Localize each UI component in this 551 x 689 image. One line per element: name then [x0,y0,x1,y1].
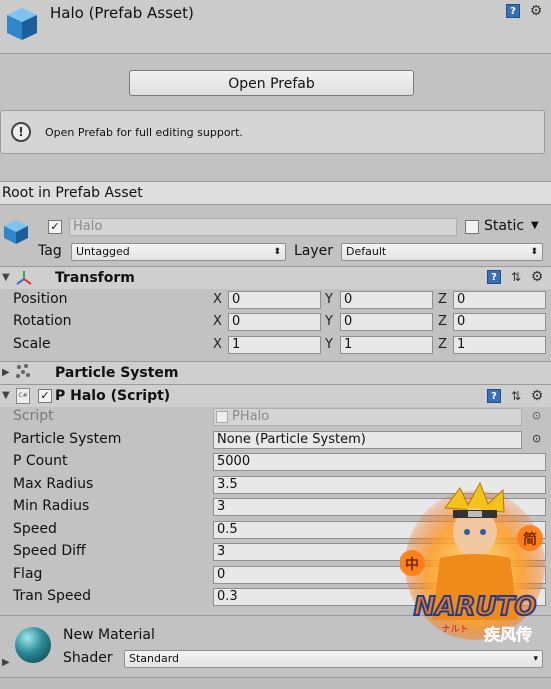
gear-icon[interactable]: ⚙ [529,388,545,404]
tag-label: Tag [38,243,62,259]
p-count-field[interactable]: 5000 [213,453,546,471]
info-text: Open Prefab for full editing support. [45,126,243,139]
script-label: Script [13,408,54,424]
static-dropdown-arrow-icon[interactable]: ▼ [531,220,539,231]
axis-z-label: Z [438,292,447,307]
static-label: Static [484,218,525,234]
tag-dropdown-value: Untagged [76,245,130,258]
help-icon[interactable]: ? [487,389,501,403]
foldout-arrow-icon[interactable]: ▶ [2,367,10,378]
axis-x-label: X [213,292,222,307]
transform-title: Transform [55,270,135,286]
material-sphere-icon [15,627,51,663]
gear-icon[interactable]: ⚙ [529,269,545,285]
p-count-label: P Count [13,453,68,469]
prefab-cube-icon [7,8,37,40]
axis-y-label: Y [325,314,333,329]
particle-system-title: Particle System [55,365,179,381]
axis-y-label: Y [325,292,333,307]
preset-icon[interactable]: ⇅ [508,269,524,285]
watermark-brand: NARUTO [414,592,537,622]
min-radius-label: Min Radius [13,498,90,514]
dropdown-arrow-icon: ⬍ [530,247,538,257]
info-icon: ! [11,122,31,142]
axis-z-label: Z [438,337,447,352]
watermark-cn-title: 疾风传 [484,625,532,644]
flag-label: Flag [13,566,43,582]
tag-dropdown[interactable]: Untagged ⬍ [71,243,286,261]
layer-dropdown-value: Default [346,245,387,258]
layer-dropdown[interactable]: Default ⬍ [341,243,543,261]
open-prefab-button[interactable]: Open Prefab [129,70,414,96]
page-title: Halo (Prefab Asset) [50,4,194,22]
preset-icon[interactable]: ⇅ [508,388,524,404]
root-bar-label: Root in Prefab Asset [2,185,143,201]
transform-icon [16,271,32,285]
particle-system-field[interactable]: None (Particle System) [213,431,522,449]
watermark-subtitle: ナルト [441,624,468,635]
dropdown-arrow-icon: ▾ [533,654,538,664]
scale-label: Scale [13,336,51,352]
gear-icon[interactable]: ⚙ [528,3,544,19]
rotation-x-field[interactable]: 0 [228,313,321,331]
bottom-bar [0,677,551,689]
shader-label: Shader [63,650,113,666]
script-component-title: P Halo (Script) [55,388,171,404]
watermark-left-char: 中 [405,556,419,573]
script-enabled-checkbox[interactable]: ✓ [38,389,52,403]
watermark-right-char: 简 [523,531,537,548]
script-file-icon [216,411,228,423]
dropdown-arrow-icon: ⬍ [273,247,281,257]
tran-speed-label: Tran Speed [13,588,92,604]
position-y-field[interactable]: 0 [340,291,433,309]
info-box: ! Open Prefab for full editing support. [0,110,545,154]
axis-z-label: Z [438,314,447,329]
active-checkbox[interactable]: ✓ [48,220,62,234]
foldout-arrow-icon[interactable]: ▼ [2,390,10,401]
shader-dropdown[interactable]: Standard ▾ [124,650,543,668]
scale-z-field[interactable]: 1 [453,336,546,354]
scale-x-field[interactable]: 1 [228,336,321,354]
rotation-label: Rotation [13,313,72,329]
speed-diff-label: Speed Diff [13,543,86,559]
object-picker-icon: ⊙ [532,409,542,422]
axis-x-label: X [213,337,222,352]
layer-label: Layer [294,243,334,259]
help-icon[interactable]: ? [487,270,501,284]
gameobject-cube-icon [4,220,28,244]
material-name: New Material [63,627,155,643]
script-field: PHalo [213,408,522,426]
object-picker-icon[interactable]: ⊙ [532,432,541,445]
shader-dropdown-value: Standard [129,652,180,665]
rotation-z-field[interactable]: 0 [453,313,546,331]
position-x-field[interactable]: 0 [228,291,321,309]
particle-system-label: Particle System [13,431,122,447]
object-name-field[interactable]: Halo [69,218,457,236]
csharp-script-icon: C# [16,388,30,404]
rotation-y-field[interactable]: 0 [340,313,433,331]
foldout-arrow-icon[interactable]: ▼ [2,272,10,283]
foldout-arrow-icon[interactable]: ▶ [2,657,10,668]
scale-y-field[interactable]: 1 [340,336,433,354]
max-radius-label: Max Radius [13,476,94,492]
particle-system-icon [16,364,30,378]
axis-x-label: X [213,314,222,329]
axis-y-label: Y [325,337,333,352]
help-icon[interactable]: ? [506,4,520,18]
static-checkbox[interactable] [465,220,479,234]
position-z-field[interactable]: 0 [453,291,546,309]
position-label: Position [13,291,68,307]
root-bar: Root in Prefab Asset [0,181,551,205]
naruto-watermark: 中 简 NARUTO ナルト 疾风传 [400,481,545,644]
speed-label: Speed [13,521,57,537]
